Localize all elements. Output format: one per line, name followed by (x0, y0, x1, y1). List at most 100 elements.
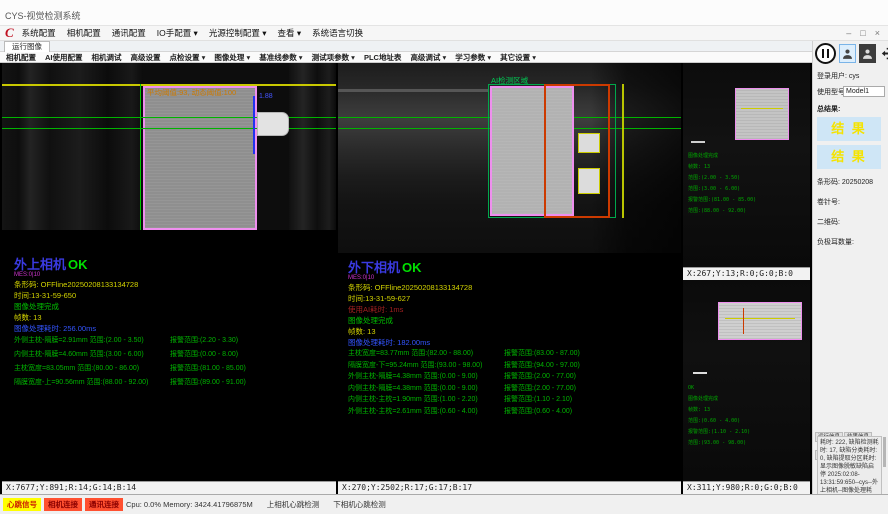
barcode-line: 条形码: OFFline20250208133134728 (14, 279, 336, 290)
toolbar-other-settings[interactable]: 其它设置 ▾ (500, 52, 536, 63)
neg-tab-count-label: 负极耳数量: (817, 237, 886, 247)
toolbar-camera-debug[interactable]: 相机调试 (92, 52, 122, 63)
app-logo-icon: C (5, 27, 14, 39)
menu-item-system-config[interactable]: 系统配置 (22, 27, 56, 39)
close-icon[interactable]: × (875, 28, 880, 38)
toolbar-plc-address[interactable]: PLC地址表 (364, 52, 402, 63)
menu-item-io-config[interactable]: IO手配置 ▾ (157, 27, 198, 39)
user-dark-icon (862, 48, 873, 60)
specimen-outline (143, 86, 257, 230)
measure-alarm: 报警范围:(1.10 - 2.10) (504, 394, 572, 406)
mes-status: MES:0|10 (14, 272, 336, 279)
threshold-overlay-text: 平均阈值:93, 动态阈值:100 (147, 87, 236, 98)
user-icon (842, 48, 853, 60)
menu-item-comm-config[interactable]: 通讯配置 (112, 27, 146, 39)
measure-value: 内侧主枕-隔膜=4.60mm 范围:(3.00 - 6.00) (14, 348, 170, 362)
switch-user-button[interactable] (859, 44, 876, 63)
result-box-upper: 结 果 (817, 117, 881, 141)
exit-button[interactable] (879, 44, 888, 63)
minimize-icon[interactable]: – (846, 28, 851, 38)
result-ok-badge: OK (68, 257, 88, 272)
menu-item-light-control[interactable]: 光源控制配置 ▾ (209, 27, 267, 39)
toolbar-advanced-debug[interactable]: 高级调试 ▾ (410, 52, 446, 63)
frame-count-line: 帧数: 13 (348, 326, 681, 337)
toolbar-ai-usage[interactable]: AI使用配置 (45, 52, 83, 63)
upper-cam-heartbeat: 上相机心跳检测 (267, 499, 320, 510)
toolbar-learning-params[interactable]: 学习参数 ▾ (455, 52, 491, 63)
pin-number-label: 卷针号: (817, 197, 886, 207)
small-text-line: 报警范围:(81.00 - 85.00) (683, 195, 810, 206)
toolbar-advanced-settings[interactable]: 高级设置 (131, 52, 161, 63)
bright-feature (578, 133, 600, 153)
specimen-outline (735, 88, 789, 140)
measure-alarm: 报警范围:(81.00 - 85.00) (170, 362, 246, 376)
measure-value: 内侧主枕-隔膜=4.38mm 范围:(0.00 - 9.00) (348, 383, 504, 395)
specimen-outline (718, 302, 802, 340)
measurement-row: 外侧主枕-隔膜=4.38mm 范围:(0.00 - 9.00)报警范围:(2.0… (348, 371, 681, 383)
menu-item-language-switch[interactable]: 系统语言切换 (312, 27, 363, 39)
tab-strip: 运行图像 (0, 41, 812, 52)
camera-title: 外上相机OK (14, 258, 336, 272)
mid-result-panel: 外下相机OK MES:0|10 条形码: OFFline202502081331… (348, 253, 681, 481)
overlay-shape (338, 89, 488, 92)
toolbar-spot-check[interactable]: 点检设置 ▾ (170, 52, 206, 63)
panel-barcode-row: 条形码: 20250208 (817, 177, 886, 187)
right-side-panel: 登录用户: cys 使用型号: Model1 总结果: 结 果 结 果 条形码:… (812, 41, 888, 514)
camera-name: 外上相机 (14, 257, 66, 272)
measurement-row: 隔膜宽度-上=90.56mm 范围:(88.00 - 92.00)报警范围:(8… (14, 376, 336, 390)
measure-alarm: 报警范围:(2.20 - 3.30) (170, 334, 238, 348)
small-text-line: 图像处理完成 (683, 394, 810, 405)
small-camera-image-2[interactable]: OK 图像处理完成 帧数: 13 范围:(0.60 - 4.00) 报警范围:(… (683, 280, 810, 481)
measure-alarm: 报警范围:(89.00 - 91.00) (170, 376, 246, 390)
small1-cursor-readout: X:267;Y:13;R:0;G:0;B:0 (683, 267, 810, 280)
model-input[interactable]: Model1 (843, 86, 885, 97)
maximize-icon[interactable]: □ (860, 28, 865, 38)
measure-value: 外侧主枕-隔膜=2.91mm 范围:(2.00 - 3.50) (14, 334, 170, 348)
pause-button[interactable] (815, 43, 836, 64)
qr-code-label: 二维码: (817, 217, 886, 227)
overlay-shape (2, 63, 143, 230)
login-user-value: cys (849, 73, 860, 80)
green-vertical-line (140, 84, 141, 230)
toolbar-image-processing[interactable]: 图像处理 ▾ (214, 52, 250, 63)
elapsed-line: 图像处理耗时: 182.00ms (348, 337, 681, 348)
measure-alarm: 报警范围:(94.00 - 97.00) (504, 360, 580, 372)
toolbar-test-params[interactable]: 测试项参数 ▾ (312, 52, 355, 63)
result-ok-badge: OK (402, 260, 422, 275)
measure-value: 外侧主枕-隔膜=4.38mm 范围:(0.00 - 9.00) (348, 371, 504, 383)
small-text-line: 范围:(0.60 - 4.00) (683, 416, 810, 427)
measure-alarm: 报警范围:(83.00 - 87.00) (504, 348, 580, 360)
small-camera-image-1[interactable]: 图像处理完成 帧数: 13 范围:(2.00 - 3.50) 范围:(3.00 … (683, 63, 810, 267)
toolbar-camera-config[interactable]: 相机配置 (6, 52, 36, 63)
exit-door-icon (881, 47, 888, 60)
blue-marker-label: 1.88 (259, 93, 273, 100)
small-text-line: 范围:(2.00 - 3.50) (683, 173, 810, 184)
menu-item-view[interactable]: 查看 ▾ (277, 27, 301, 39)
process-done-line: 图像处理完成 (14, 301, 336, 312)
yellow-mark (741, 108, 783, 109)
mid-cursor-readout: X:270;Y:2502;R:17;G:17;B:17 (338, 481, 681, 494)
barcode-line: 条形码: OFFline20250208133134728 (348, 282, 681, 293)
small-text-line: 范围:(3.00 - 6.00) (683, 184, 810, 195)
bright-feature (578, 168, 600, 194)
current-user-button[interactable] (839, 44, 856, 63)
measure-alarm: 报警范围:(2.00 - 77.00) (504, 371, 576, 383)
overlay-shape (691, 141, 705, 143)
log-scrollbar[interactable] (883, 437, 886, 467)
menu-item-camera-config[interactable]: 相机配置 (67, 27, 101, 39)
left-camera-image[interactable]: 1.88 平均阈值:93, 动态阈值:100 (2, 63, 336, 230)
small2-cursor-readout: X:311;Y:980;R:0;G:0;B:0 (683, 481, 810, 494)
toolbar-baseline-params[interactable]: 基准线参数 ▾ (259, 52, 302, 63)
overlay-shape (289, 63, 336, 230)
comm-connect-badge: 通讯连接 (85, 498, 123, 511)
ai-region-label: AI检测区域 (491, 75, 528, 86)
camera-connect-badge: 相机连接 (44, 498, 82, 511)
camera-title: 外下相机OK (348, 261, 681, 275)
pause-icon (822, 49, 829, 58)
measure-value: 隔膜宽度-下=95.24mm 范围:(93.00 - 98.00) (348, 360, 504, 372)
small-text-line: 范围:(88.00 - 92.00) (683, 206, 810, 217)
tab-run-image[interactable]: 运行图像 (4, 41, 50, 52)
mid-camera-image[interactable]: AI检测区域 (338, 63, 681, 253)
heartbeat-badge: 心跳信号 (3, 498, 41, 511)
measurement-row: 内侧主枕-主枕=1.90mm 范围:(1.00 - 2.20)报警范围:(1.1… (348, 394, 681, 406)
